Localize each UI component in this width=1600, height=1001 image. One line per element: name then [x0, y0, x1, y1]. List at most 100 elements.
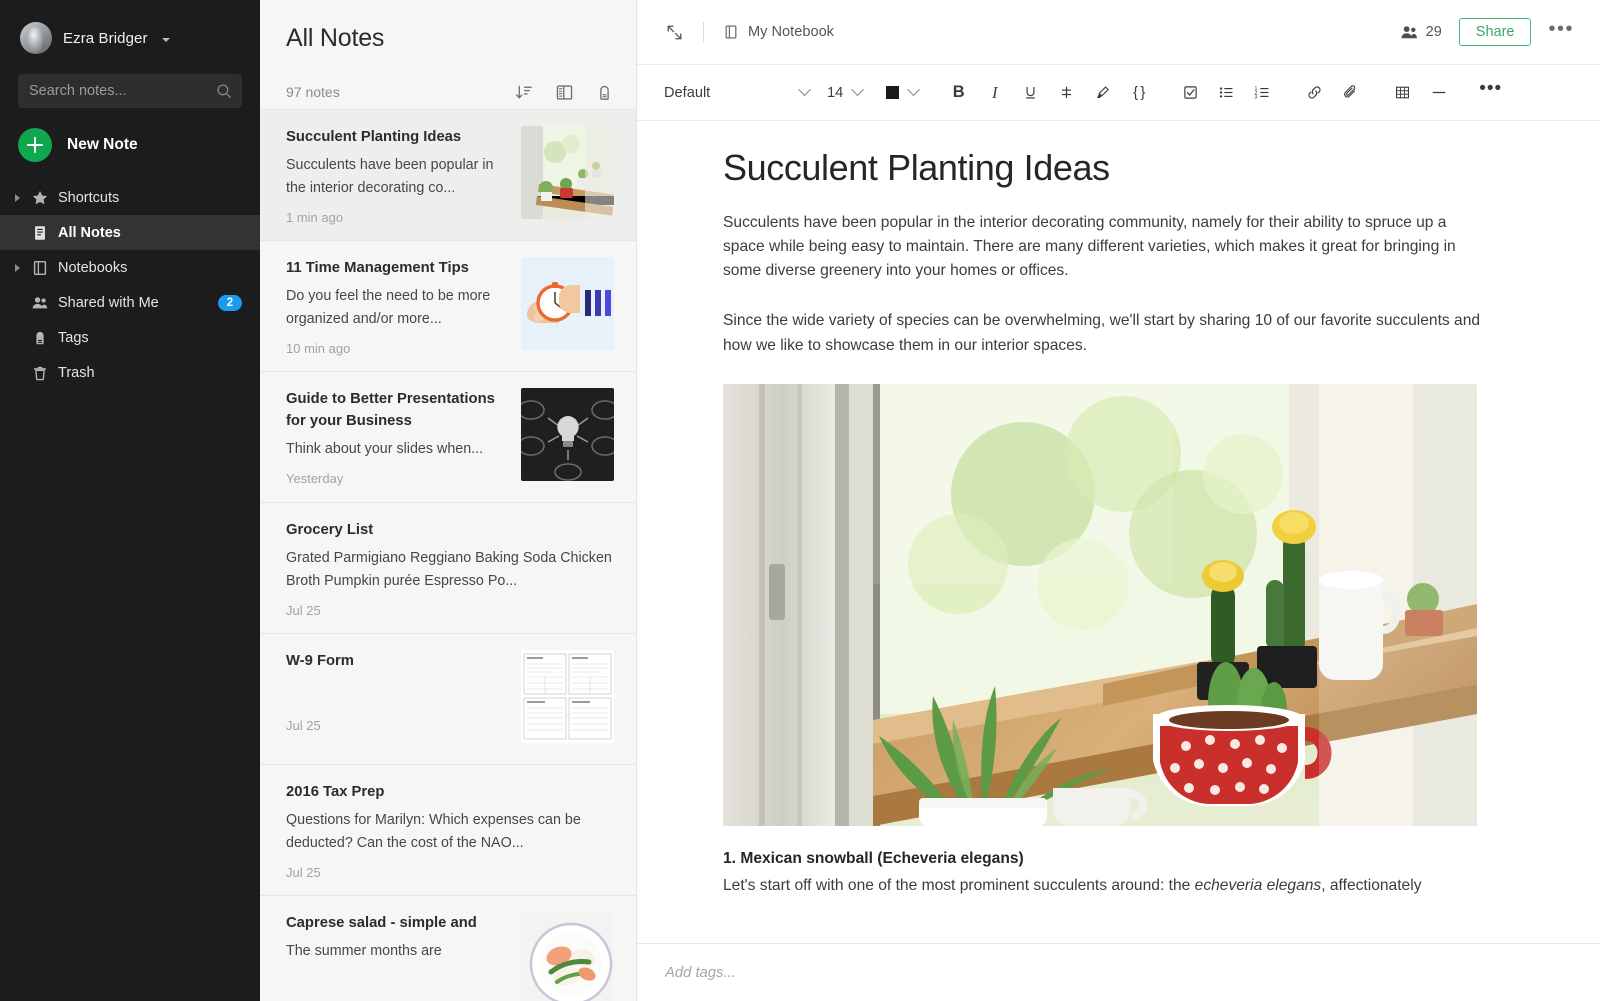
- sidebar-item-notebooks[interactable]: Notebooks: [0, 250, 260, 285]
- search-input[interactable]: [29, 83, 216, 99]
- note-date: 1 min ago: [286, 210, 507, 225]
- note-thumbnail: [521, 388, 614, 481]
- code-button[interactable]: { }: [1126, 79, 1151, 107]
- note-list-pane: All Notes 97 notes: [260, 0, 637, 1001]
- formatting-toolbar: Default 14 B I: [637, 65, 1600, 121]
- notebook-icon: [31, 259, 49, 277]
- sort-order-icon[interactable]: [515, 83, 534, 102]
- bold-button[interactable]: B: [946, 79, 971, 107]
- trash-icon: [31, 364, 49, 382]
- app-window: Ezra Bridger New Note Shortcut: [0, 0, 1600, 1001]
- sidebar-item-label: Tags: [58, 330, 89, 346]
- font-size-value: 14: [827, 85, 843, 101]
- numbered-list-icon[interactable]: 1 2 3: [1250, 79, 1275, 107]
- account-switcher[interactable]: Ezra Bridger: [0, 14, 260, 58]
- sidebar-item-label: Notebooks: [58, 260, 127, 276]
- note-list-scroll[interactable]: Succulent Planting Ideas Succulents have…: [260, 109, 636, 1001]
- note-snippet: Succulents have been popular in the inte…: [286, 154, 507, 200]
- new-note-label: New Note: [67, 136, 138, 154]
- note-text-block: Caprese salad - simple and The summer mo…: [286, 912, 521, 972]
- table-icon[interactable]: [1390, 79, 1415, 107]
- expand-arrow-icon[interactable]: [12, 194, 22, 202]
- note-text-block: 11 Time Management Tips Do you feel the …: [286, 257, 521, 356]
- list-item[interactable]: Caprese salad - simple and The summer mo…: [260, 895, 636, 1001]
- note-last-line[interactable]: Let's start off with one of the most pro…: [723, 874, 1505, 897]
- add-tags-input[interactable]: [665, 965, 985, 981]
- note-title: Succulent Planting Ideas: [286, 126, 507, 148]
- note-text-block: Grocery List Grated Parmigiano Reggiano …: [286, 519, 614, 618]
- expand-arrow-icon[interactable]: [12, 264, 22, 272]
- sidebar: Ezra Bridger New Note Shortcut: [0, 0, 260, 1001]
- note-text-block: 2016 Tax Prep Questions for Marilyn: Whi…: [286, 781, 614, 880]
- list-item[interactable]: Grocery List Grated Parmigiano Reggiano …: [260, 502, 636, 633]
- italic-button[interactable]: I: [982, 79, 1007, 107]
- sidebar-item-label: Shared with Me: [58, 295, 159, 311]
- note-title: Grocery List: [286, 519, 614, 541]
- font-family-select[interactable]: Default: [664, 85, 809, 101]
- share-button[interactable]: Share: [1459, 18, 1532, 46]
- list-item[interactable]: 2016 Tax Prep Questions for Marilyn: Whi…: [260, 764, 636, 895]
- collaborators[interactable]: 29: [1400, 23, 1442, 42]
- last-line-tail: , affectionately: [1321, 877, 1421, 894]
- expand-arrows-icon[interactable]: [665, 23, 684, 42]
- note-heading[interactable]: Succulent Planting Ideas: [723, 147, 1505, 189]
- view-layout-icon[interactable]: [555, 83, 574, 102]
- horizontal-rule-icon[interactable]: [1426, 79, 1451, 107]
- note-paragraph[interactable]: Succulents have been popular in the inte…: [723, 211, 1483, 283]
- font-size-select[interactable]: 14: [827, 85, 862, 101]
- font-family-value: Default: [664, 85, 710, 101]
- paperclip-icon[interactable]: [1338, 79, 1363, 107]
- note-thumbnail: [521, 650, 614, 743]
- note-title: 2016 Tax Prep: [286, 781, 614, 803]
- list-item[interactable]: Succulent Planting Ideas Succulents have…: [260, 109, 636, 240]
- note-title: 11 Time Management Tips: [286, 257, 507, 279]
- note-text-block: W-9 Form Jul 25: [286, 650, 521, 733]
- search-box[interactable]: [18, 74, 242, 108]
- link-icon[interactable]: [1302, 79, 1327, 107]
- tag-filter-icon[interactable]: [595, 83, 614, 102]
- collaborator-count: 29: [1426, 24, 1442, 40]
- more-options-icon[interactable]: •••: [1548, 19, 1574, 46]
- sidebar-item-shared-with-me[interactable]: Shared with Me 2: [0, 285, 260, 320]
- sidebar-item-all-notes[interactable]: All Notes: [0, 215, 260, 250]
- sidebar-item-trash[interactable]: Trash: [0, 355, 260, 390]
- strikethrough-button[interactable]: [1054, 79, 1079, 107]
- star-icon: [31, 189, 49, 207]
- sidebar-item-label: Shortcuts: [58, 190, 119, 206]
- note-subheading[interactable]: 1. Mexican snowball (Echeveria elegans): [723, 850, 1505, 868]
- bulleted-list-icon[interactable]: [1214, 79, 1239, 107]
- note-date: Jul 25: [286, 865, 614, 880]
- note-text-block: Guide to Better Presentations for your B…: [286, 388, 521, 486]
- search-icon: [216, 83, 232, 99]
- note-date: Yesterday: [286, 471, 507, 486]
- list-item[interactable]: Guide to Better Presentations for your B…: [260, 371, 636, 502]
- text-color-select[interactable]: [886, 86, 918, 99]
- user-avatar: [20, 22, 52, 54]
- note-paragraph[interactable]: Since the wide variety of species can be…: [723, 309, 1483, 357]
- note-text-block: Succulent Planting Ideas Succulents have…: [286, 126, 521, 225]
- checkbox-button[interactable]: [1178, 79, 1203, 107]
- sidebar-item-shortcuts[interactable]: Shortcuts: [0, 180, 260, 215]
- underline-button[interactable]: [1018, 79, 1043, 107]
- toolbar-divider: [703, 22, 704, 43]
- highlighter-icon[interactable]: [1090, 79, 1115, 107]
- note-inline-image[interactable]: [723, 384, 1477, 826]
- new-note-button[interactable]: New Note: [0, 108, 260, 164]
- list-item[interactable]: 11 Time Management Tips Do you feel the …: [260, 240, 636, 371]
- tag-icon: [31, 329, 49, 347]
- editor-topbar: My Notebook 29 Share •••: [637, 0, 1600, 65]
- notebook-selector[interactable]: My Notebook: [723, 24, 834, 40]
- notes-icon: [31, 224, 49, 242]
- note-thumbnail: [521, 257, 614, 350]
- note-snippet: Grated Parmigiano Reggiano Baking Soda C…: [286, 547, 614, 593]
- sidebar-item-label: All Notes: [58, 225, 121, 241]
- last-line-italic: echeveria elegans: [1195, 877, 1322, 894]
- more-formatting-icon[interactable]: •••: [1478, 79, 1503, 107]
- note-date: Jul 25: [286, 718, 507, 733]
- note-snippet: The summer months are: [286, 940, 507, 963]
- notebook-name: My Notebook: [748, 24, 834, 40]
- sidebar-item-tags[interactable]: Tags: [0, 320, 260, 355]
- note-content-area[interactable]: Succulent Planting Ideas Succulents have…: [637, 121, 1600, 943]
- list-item[interactable]: W-9 Form Jul 25: [260, 633, 636, 764]
- note-snippet: Questions for Marilyn: Which expenses ca…: [286, 809, 614, 855]
